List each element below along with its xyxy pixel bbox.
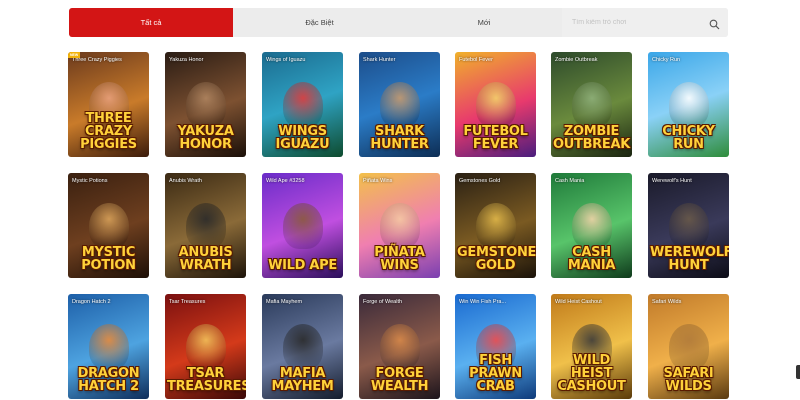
tab-all[interactable]: Tất cả — [69, 8, 233, 37]
category-tabbar: Tất cả Đặc Biệt Mới — [69, 8, 728, 37]
search-input[interactable] — [572, 19, 709, 26]
game-card[interactable]: NEW Three Crazy Piggies THREE CRAZY PIGGIE… — [68, 52, 149, 157]
game-logo: YAKUZA HONOR — [177, 124, 234, 152]
game-title: Forge of Wealth — [363, 299, 403, 305]
game-card[interactable]: Forge of Wealth FORGE WEALTH — [359, 294, 440, 399]
game-title: Gemstones Gold — [459, 178, 501, 184]
game-title: Piñata Wins — [363, 178, 393, 184]
game-card[interactable]: Tsar Treasures TSAR TREASURES — [165, 294, 246, 399]
game-card[interactable]: Wild Heist Cashout WILD HEIST CASHOUT — [551, 294, 632, 399]
game-logo: WINGS IGUAZU — [275, 124, 330, 152]
game-logo: ZOMBIE OUTBREAK — [553, 124, 631, 152]
game-title: Shark Hunter — [363, 57, 396, 63]
game-logo: CASH MANIA — [567, 245, 616, 273]
game-character — [571, 82, 612, 128]
game-title: Safari Wilds — [652, 299, 682, 305]
tab-special[interactable]: Đặc Biệt — [233, 8, 406, 37]
game-character — [88, 324, 129, 370]
game-character — [379, 203, 420, 249]
game-title: Mystic Potions — [72, 178, 108, 184]
game-logo: WILD APE — [268, 258, 337, 273]
game-title: Wild Heist Cashout — [555, 299, 602, 305]
game-card[interactable]: Futebol Fever FUTEBOL FEVER — [455, 52, 536, 157]
game-card[interactable]: Wild Ape #3258 WILD APE — [262, 173, 343, 278]
game-title: Wild Ape #3258 — [266, 178, 305, 184]
game-character — [475, 203, 516, 249]
game-logo: GEMSTONES GOLD — [457, 245, 536, 273]
game-logo: SAFARI WILDS — [663, 366, 714, 394]
scroll-handle[interactable] — [796, 365, 800, 379]
game-character — [282, 324, 323, 370]
game-card[interactable]: Mafia Mayhem MAFIA MAYHEM — [262, 294, 343, 399]
game-card[interactable]: Cash Mania CASH MANIA — [551, 173, 632, 278]
game-logo: CHICKY RUN — [662, 124, 715, 152]
game-character — [571, 203, 612, 249]
game-card[interactable]: Anubis Wrath ANUBIS WRATH — [165, 173, 246, 278]
game-character — [282, 82, 323, 128]
game-title: Tsar Treasures — [169, 299, 206, 305]
game-logo: THREE CRAZY PIGGIES — [80, 111, 137, 152]
game-card[interactable]: Piñata Wins PIÑATA WINS — [359, 173, 440, 278]
game-card[interactable]: Dragon Hatch 2 DRAGON HATCH 2 — [68, 294, 149, 399]
game-character — [88, 203, 129, 249]
search-box — [562, 8, 728, 37]
game-character — [475, 82, 516, 128]
game-character — [282, 203, 323, 249]
game-card[interactable]: Zombie Outbreak ZOMBIE OUTBREAK — [551, 52, 632, 157]
game-character — [668, 203, 709, 249]
game-logo: TSAR TREASURES — [167, 366, 246, 394]
game-logo: SHARK HUNTER — [370, 124, 429, 152]
game-title: Yakuza Honor — [169, 57, 204, 63]
game-character — [668, 324, 709, 370]
game-character — [185, 203, 226, 249]
game-card[interactable]: Chicky Run CHICKY RUN — [648, 52, 729, 157]
game-logo: WEREWOLF'S HUNT — [650, 245, 729, 273]
game-logo: MYSTIC POTION — [81, 245, 136, 273]
game-card[interactable]: Wings of Iguazu WINGS IGUAZU — [262, 52, 343, 157]
game-card[interactable]: Shark Hunter SHARK HUNTER — [359, 52, 440, 157]
game-title: Anubis Wrath — [169, 178, 202, 184]
game-title: Zombie Outbreak — [555, 57, 598, 63]
game-title: Cash Mania — [555, 178, 585, 184]
game-character — [379, 324, 420, 370]
game-logo: ANUBIS WRATH — [178, 245, 233, 273]
game-character — [668, 82, 709, 128]
game-logo: PIÑATA WINS — [374, 245, 425, 273]
new-badge: NEW — [68, 52, 81, 58]
tab-new[interactable]: Mới — [406, 8, 562, 37]
game-logo: FUTEBOL FEVER — [463, 124, 528, 152]
game-title: Win Win Fish Pra... — [459, 299, 507, 305]
search-icon[interactable] — [709, 17, 720, 30]
game-card[interactable]: Safari Wilds SAFARI WILDS — [648, 294, 729, 399]
game-character — [185, 82, 226, 128]
game-logo: MAFIA MAYHEM — [271, 366, 334, 394]
game-title: Futebol Fever — [459, 57, 493, 63]
game-logo: WILD HEIST CASHOUT — [557, 353, 626, 394]
game-title: Mafia Mayhem — [266, 299, 303, 305]
game-logo: FORGE WEALTH — [370, 366, 429, 394]
game-card[interactable]: Yakuza Honor YAKUZA HONOR — [165, 52, 246, 157]
game-title: Werewolf's Hunt — [652, 178, 692, 184]
game-logo: FISH PRAWN CRAB — [469, 353, 522, 394]
game-card[interactable]: Win Win Fish Pra... FISH PRAWN CRAB — [455, 294, 536, 399]
game-character — [379, 82, 420, 128]
game-title: Wings of Iguazu — [266, 57, 306, 63]
game-card[interactable]: Gemstones Gold GEMSTONES GOLD — [455, 173, 536, 278]
game-title: Dragon Hatch 2 — [72, 299, 111, 305]
game-card[interactable]: Mystic Potions MYSTIC POTION — [68, 173, 149, 278]
game-character — [185, 324, 226, 370]
game-title: Chicky Run — [652, 57, 681, 63]
game-card[interactable]: Werewolf's Hunt WEREWOLF'S HUNT — [648, 173, 729, 278]
game-logo: DRAGON HATCH 2 — [77, 366, 140, 394]
